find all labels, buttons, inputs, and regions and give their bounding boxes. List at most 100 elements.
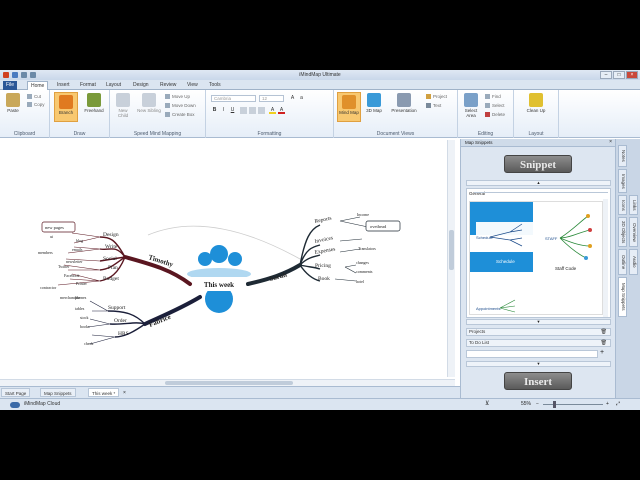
side-tab-map-snippets[interactable]: Map Snippets [618, 277, 627, 317]
tab-view[interactable]: View [184, 81, 201, 90]
twig-comments[interactable]: comments [356, 269, 373, 274]
twig-members[interactable]: members [38, 250, 53, 255]
twig-phones[interactable]: phones [75, 295, 87, 300]
twig-tables[interactable]: tables [75, 306, 85, 311]
cut-button[interactable]: Cut [27, 94, 41, 100]
twig-new-pages[interactable]: new pages [45, 225, 64, 230]
todo-section[interactable]: To Do List 🗑 [466, 339, 611, 347]
node-invoices[interactable]: Invoices [314, 235, 333, 245]
text-view-button[interactable]: Text [426, 103, 441, 109]
snippet-preview[interactable]: Schedule STAFF Schedule Staff Code Appoi… [469, 201, 603, 315]
node-expenses[interactable]: Expenses [314, 246, 336, 256]
font-color-icon[interactable]: A [278, 107, 285, 114]
bold-button[interactable]: B [211, 107, 218, 114]
twig-facebook[interactable]: Facebook [64, 273, 80, 278]
scroll-down-arrow-icon[interactable]: ▼ [466, 319, 611, 325]
twig-twitter[interactable]: Twitter [58, 264, 70, 269]
node-hrs[interactable]: HRS [118, 331, 129, 337]
font-family-select[interactable]: Cambria [211, 95, 256, 102]
side-tab-audio[interactable]: Audio [629, 249, 638, 275]
node-book[interactable]: Book [318, 276, 330, 282]
twig-emails[interactable]: emails [72, 247, 83, 252]
tab-tools[interactable]: Tools [206, 81, 224, 90]
expand-arrow-icon[interactable]: ▼ [466, 361, 611, 367]
node-order[interactable]: Order [114, 318, 127, 324]
mind-map-canvas[interactable]: This week Timothy Design Write Social Pl… [0, 139, 455, 379]
twig-check[interactable]: check [84, 341, 93, 346]
delete-button[interactable]: Delete [485, 112, 505, 118]
close-tab-icon[interactable]: × [123, 390, 126, 396]
tab-layout[interactable]: Layout [103, 81, 124, 90]
insert-button[interactable]: Insert [504, 372, 572, 390]
node-pricing[interactable]: Pricing [315, 263, 331, 269]
fit-to-screen-icon[interactable]: ⤢ [616, 401, 620, 407]
node-budget[interactable]: Budget [103, 276, 119, 282]
canvas-horizontal-scrollbar[interactable] [0, 379, 455, 386]
node-reports[interactable]: Reports [314, 216, 332, 225]
node-write[interactable]: Write [105, 244, 118, 250]
doc-tab-map-snippets[interactable]: Map Snippets [40, 388, 76, 397]
central-topic[interactable]: This week [187, 245, 251, 313]
underline-button[interactable]: U [229, 107, 236, 114]
close-button[interactable]: × [626, 71, 638, 79]
cloud-label[interactable]: iMindMap Cloud [24, 401, 60, 407]
todo-delete-icon[interactable]: 🗑 [601, 340, 607, 346]
node-social[interactable]: Social [103, 256, 117, 262]
side-tab-3d-objects[interactable]: 3D Objects [618, 217, 627, 247]
zoom-out-button[interactable]: − [536, 401, 539, 407]
align-right-icon[interactable] [258, 107, 265, 114]
italic-button[interactable]: I [220, 107, 227, 114]
create-box-button[interactable]: Create Box [165, 112, 195, 118]
twig-hotel[interactable]: hotel [356, 279, 365, 284]
doc-tab-this-week[interactable]: This week * [88, 388, 120, 397]
twig-blog[interactable]: blog [76, 238, 83, 243]
scroll-up-arrow-icon[interactable]: ▲ [466, 180, 611, 186]
branch-button[interactable]: Branch [54, 92, 78, 122]
twig-ovethead[interactable]: ovethead [370, 224, 387, 229]
shrink-font-icon[interactable]: a [298, 95, 305, 102]
panel-close-icon[interactable]: × [609, 139, 612, 145]
minimize-button[interactable]: – [600, 71, 612, 79]
zoom-in-button[interactable]: + [606, 401, 609, 407]
side-tab-overview[interactable]: Overview [629, 217, 638, 247]
canvas-vertical-scrollbar[interactable] [447, 140, 455, 377]
zoom-slider-thumb[interactable] [553, 401, 556, 408]
find-button[interactable]: Find [485, 94, 501, 100]
align-center-icon[interactable] [249, 107, 256, 114]
node-plan[interactable]: Plan [108, 265, 118, 271]
side-tab-icons[interactable]: Icons [618, 195, 627, 215]
tab-format[interactable]: Format [77, 81, 99, 90]
projects-section[interactable]: Projects 🗑 [466, 328, 611, 336]
vertical-scroll-thumb[interactable] [449, 230, 454, 270]
highlight-icon[interactable]: A [269, 107, 276, 114]
twig-printer[interactable]: Printer [76, 281, 88, 286]
cloud-icon[interactable] [10, 402, 20, 408]
select-area-button[interactable]: Select Area [460, 93, 482, 118]
grow-font-icon[interactable]: A [289, 95, 296, 102]
freehand-button[interactable]: Freehand [81, 93, 107, 113]
twig-contractor[interactable]: contractor [40, 285, 57, 290]
select-button[interactable]: Select [485, 103, 505, 109]
new-child-button[interactable]: New Child [113, 93, 133, 118]
font-size-select[interactable]: 12 [259, 95, 284, 102]
twig-ui[interactable]: ui [50, 234, 54, 239]
node-support[interactable]: Support [108, 305, 126, 311]
todo-input[interactable] [466, 350, 598, 358]
mind-map-view-button[interactable]: Mind Map [337, 92, 361, 122]
add-todo-icon[interactable]: + [600, 349, 604, 356]
filter-icon[interactable]: ⊻ [485, 400, 489, 407]
new-sibling-button[interactable]: New Sibling [137, 93, 161, 113]
maximize-button[interactable]: □ [613, 71, 625, 79]
side-tab-images[interactable]: Images [618, 169, 627, 193]
twig-changes[interactable]: changes [356, 260, 369, 265]
clean-up-button[interactable]: Clean Up [520, 93, 552, 113]
doc-tab-start-page[interactable]: Start Page [1, 388, 31, 397]
copy-button[interactable]: Copy [27, 102, 45, 108]
twig-books[interactable]: books [80, 324, 90, 329]
3d-map-button[interactable]: 3D Map [363, 93, 385, 113]
tab-review[interactable]: Review [157, 81, 179, 90]
side-tab-notes[interactable]: Notes [618, 145, 627, 167]
branch-sarah[interactable]: Sarah [268, 271, 287, 283]
move-down-button[interactable]: Move Down [165, 103, 196, 109]
node-design[interactable]: Design [103, 232, 119, 238]
